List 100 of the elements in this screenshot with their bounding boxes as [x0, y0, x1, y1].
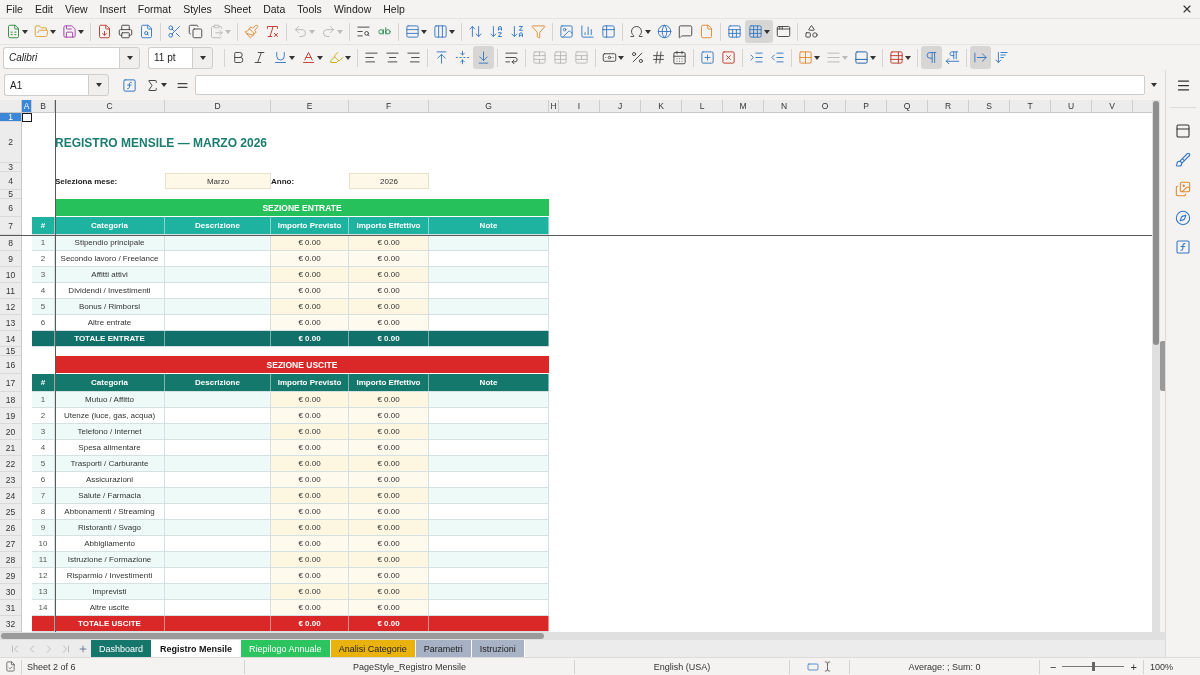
align-bottom-button[interactable]	[473, 46, 494, 69]
table-cell: € 0.00	[271, 584, 349, 600]
row-header[interactable]: 29	[0, 568, 22, 584]
column-header[interactable]: A	[22, 100, 32, 112]
zoom-in-button[interactable]: +	[1128, 660, 1139, 673]
menu-item[interactable]: Data	[257, 1, 292, 17]
menu-item[interactable]: Tools	[291, 1, 328, 17]
column-header[interactable]: V	[1092, 100, 1133, 112]
text-direction-button[interactable]	[970, 46, 991, 69]
column-header[interactable]: K	[641, 100, 682, 112]
caret-icon	[161, 83, 167, 87]
column-header[interactable]: P	[846, 100, 887, 112]
table-cell: Ristoranti / Svago	[55, 520, 165, 536]
row-header[interactable]: 16	[0, 356, 22, 374]
row-header[interactable]: 10	[0, 267, 22, 283]
column-header[interactable]: H	[549, 100, 559, 112]
column-header[interactable]: T	[1010, 100, 1051, 112]
row-header[interactable]: 11	[0, 283, 22, 299]
menu-item[interactable]: Format	[131, 1, 178, 17]
row-header[interactable]: 14	[0, 331, 22, 347]
sidebar-handle[interactable]	[1160, 341, 1165, 391]
column-header[interactable]: F	[349, 100, 429, 112]
menu-item[interactable]: Help	[377, 1, 411, 17]
freeze-button[interactable]	[745, 20, 773, 43]
zoom-thumb[interactable]	[1092, 662, 1096, 671]
dropdown-button[interactable]	[119, 46, 140, 69]
menu-item[interactable]: Styles	[177, 1, 218, 17]
row-header[interactable]: 31	[0, 600, 22, 616]
row-header[interactable]: 7	[0, 217, 22, 235]
row-header[interactable]: 4	[0, 172, 22, 190]
row-header[interactable]: 6	[0, 199, 22, 217]
table-cell: € 0.00	[349, 283, 429, 299]
column-header[interactable]: G	[429, 100, 549, 112]
column-header[interactable]: O	[805, 100, 846, 112]
row-header[interactable]: 30	[0, 584, 22, 600]
column-header[interactable]: R	[928, 100, 969, 112]
row-header[interactable]: 21	[0, 440, 22, 456]
menu-item[interactable]: Edit	[28, 1, 59, 17]
zoom-out-button[interactable]: −	[1048, 660, 1059, 673]
menu-icon	[1175, 78, 1191, 93]
table-cell: € 0.00	[349, 584, 429, 600]
horizontal-scrollbar[interactable]	[0, 632, 1165, 640]
sheet-tab[interactable]: Registro Mensile	[152, 640, 242, 657]
close-icon	[1181, 3, 1193, 15]
status-text: English (USA)	[653, 661, 711, 672]
font-size-field[interactable]: 11 pt	[148, 46, 192, 69]
column-header[interactable]: Q	[887, 100, 928, 112]
column-header[interactable]: C	[55, 100, 165, 112]
row-header[interactable]: 25	[0, 504, 22, 520]
row-header[interactable]: 27	[0, 536, 22, 552]
row-header[interactable]: 13	[0, 315, 22, 331]
row-header[interactable]: 2	[0, 122, 22, 163]
dropdown-button[interactable]	[88, 74, 109, 96]
row-header[interactable]: 12	[0, 299, 22, 315]
column-header[interactable]: M	[723, 100, 764, 112]
sheet-tab[interactable]: Parametri	[415, 640, 472, 657]
row-header[interactable]: 26	[0, 520, 22, 536]
column-header[interactable]: D	[165, 100, 271, 112]
column-header[interactable]: N	[764, 100, 805, 112]
sheet-tab[interactable]: Istruzioni	[471, 640, 525, 657]
formula-input[interactable]	[195, 75, 1145, 95]
column-header[interactable]: B	[32, 100, 55, 112]
name-box[interactable]: A1	[4, 74, 88, 96]
row-header[interactable]: 22	[0, 456, 22, 472]
table-cell: Altre uscite	[55, 600, 165, 616]
column-heading: #	[40, 221, 46, 230]
sheet-tab[interactable]: Analisi Categorie	[330, 640, 416, 657]
row-header[interactable]: 28	[0, 552, 22, 568]
column-header[interactable]: I	[559, 100, 600, 112]
dropdown-button[interactable]	[192, 46, 213, 69]
table-cell: 3	[32, 424, 55, 440]
rows-icon	[405, 24, 420, 39]
sheet-tab[interactable]: Dashboard	[91, 640, 153, 657]
font-name-field[interactable]: Calibri	[3, 46, 119, 69]
vertical-scrollbar[interactable]	[1152, 100, 1160, 632]
row-header[interactable]: 20	[0, 424, 22, 440]
menu-item[interactable]: Sheet	[217, 1, 258, 17]
column-header[interactable]: J	[600, 100, 641, 112]
column-heading: Descrizione	[195, 378, 240, 387]
row-header[interactable]: 9	[0, 251, 22, 267]
menu-item[interactable]: Insert	[93, 1, 132, 17]
caret-icon	[905, 55, 911, 60]
menu-item[interactable]: Window	[327, 1, 378, 17]
menu-item[interactable]: View	[59, 1, 94, 17]
column-header[interactable]: L	[682, 100, 723, 112]
print-icon	[118, 24, 133, 39]
row-header[interactable]: 23	[0, 472, 22, 488]
menu-item[interactable]: File	[0, 1, 29, 17]
table-cell: € 0.00	[271, 552, 349, 568]
column-header[interactable]: U	[1051, 100, 1092, 112]
left-to-right-button[interactable]	[921, 46, 942, 69]
column-header[interactable]: E	[271, 100, 349, 112]
row-header[interactable]: 17	[0, 374, 22, 392]
table-cell: Abbonamenti / Streaming	[55, 504, 165, 520]
row-header[interactable]: 32	[0, 616, 22, 632]
row-header[interactable]: 24	[0, 488, 22, 504]
row-header[interactable]: 1	[0, 113, 22, 122]
column-header[interactable]: S	[969, 100, 1010, 112]
row-header[interactable]: 18	[0, 392, 22, 408]
row-header[interactable]: 19	[0, 408, 22, 424]
